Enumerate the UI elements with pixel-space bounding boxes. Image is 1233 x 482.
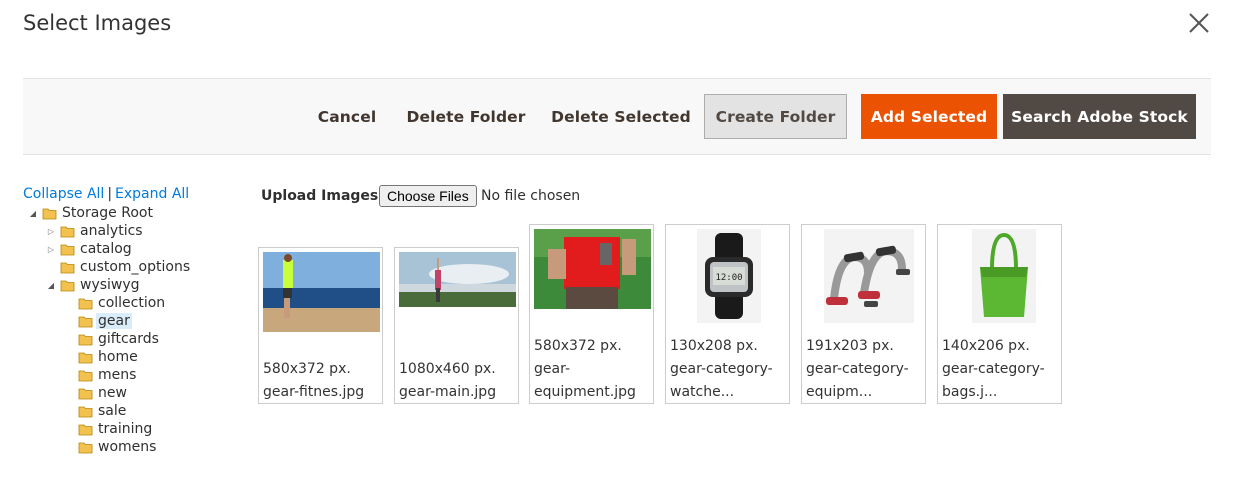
tree-controls-separator: |: [107, 186, 113, 202]
folder-icon: [60, 262, 75, 274]
folder-icon: [60, 280, 75, 292]
image-thumbnail: [399, 252, 516, 307]
image-tile[interactable]: 1080x460 px. gear-main.jpg: [394, 247, 519, 404]
tree-node-wysiwyg[interactable]: ◢ wysiwyg: [46, 276, 142, 294]
tree-node-mens[interactable]: mens: [64, 366, 138, 384]
image-thumbnail: [534, 229, 651, 309]
expanded-arrow-icon[interactable]: ◢: [28, 209, 38, 218]
tree-node-label: gear: [96, 313, 132, 329]
tree-node-label: analytics: [80, 223, 143, 239]
image-filename: gear-category-: [670, 361, 773, 377]
image-tile[interactable]: 580x372 px. gear-fitnes.jpg: [258, 247, 383, 404]
folder-icon: [78, 334, 93, 346]
delete-folder-button[interactable]: Delete Folder: [401, 94, 531, 139]
image-filename-continued: bags.j...: [942, 384, 998, 400]
tree-node-home[interactable]: home: [64, 348, 140, 366]
image-filename: gear-category-: [806, 361, 909, 377]
modal-title: Select Images: [23, 11, 172, 35]
tree-node-custom-options[interactable]: custom_options: [46, 258, 192, 276]
tree-node-label: new: [98, 385, 127, 401]
svg-text:12:00: 12:00: [715, 273, 742, 283]
tree-node-label: custom_options: [80, 259, 191, 275]
folder-icon: [78, 370, 93, 382]
image-thumbnail: 12:00: [697, 229, 761, 323]
tree-node-label: wysiwyg: [80, 277, 140, 293]
tree-node-label: mens: [98, 367, 137, 383]
image-tile[interactable]: 140x206 px. gear-category- bags.j...: [937, 224, 1062, 404]
tree-node-womens[interactable]: womens: [64, 438, 158, 456]
tree-node-catalog[interactable]: ▷ catalog: [46, 240, 134, 258]
tree-controls: Collapse All | Expand All: [23, 186, 189, 202]
collapsed-arrow-icon[interactable]: ▷: [46, 227, 56, 236]
create-folder-button[interactable]: Create Folder: [704, 94, 847, 139]
tree-node-new[interactable]: new: [64, 384, 129, 402]
folder-icon: [78, 406, 93, 418]
image-thumbnail: [263, 252, 380, 332]
image-dimensions: 580x372 px.: [534, 338, 622, 354]
folder-icon: [78, 388, 93, 400]
expanded-arrow-icon[interactable]: ◢: [46, 281, 56, 290]
folder-icon: [78, 316, 93, 328]
folder-icon: [78, 442, 93, 454]
tree-node-giftcards[interactable]: giftcards: [64, 330, 161, 348]
tree-node-label: collection: [98, 295, 166, 311]
tree-node-label: giftcards: [98, 331, 159, 347]
image-filename: gear-category-: [942, 361, 1045, 377]
choose-files-button[interactable]: Choose Files: [379, 185, 477, 207]
image-dimensions: 140x206 px.: [942, 338, 1030, 354]
no-file-chosen-text: No file chosen: [481, 188, 581, 204]
image-thumbnail: [972, 229, 1036, 323]
folder-icon: [78, 298, 93, 310]
collapsed-arrow-icon[interactable]: ▷: [46, 245, 56, 254]
tree-node-sale[interactable]: sale: [64, 402, 128, 420]
image-tile[interactable]: 580x372 px. gear- equipment.jpg: [529, 224, 654, 404]
add-selected-button[interactable]: Add Selected: [861, 94, 997, 139]
folder-icon: [78, 424, 93, 436]
image-dimensions: 130x208 px.: [670, 338, 758, 354]
image-filename-continued: equipm...: [806, 384, 873, 400]
folder-icon: [78, 352, 93, 364]
image-dimensions: 191x203 px.: [806, 338, 894, 354]
tree-node-label: training: [98, 421, 153, 437]
tree-node-training[interactable]: training: [64, 420, 154, 438]
image-filename-continued: equipment.jpg: [534, 384, 636, 400]
folder-icon: [42, 208, 57, 220]
expand-all-link[interactable]: Expand All: [115, 186, 189, 202]
tree-node-storage-root[interactable]: ◢ Storage Root: [28, 204, 155, 222]
tree-node-label: Storage Root: [62, 205, 153, 221]
tree-node-label: catalog: [80, 241, 132, 257]
image-filename: gear-main.jpg: [399, 384, 497, 400]
tree-node-label: sale: [98, 403, 127, 419]
tree-node-analytics[interactable]: ▷ analytics: [46, 222, 145, 240]
upload-images-label: Upload Images: [261, 188, 379, 204]
search-adobe-stock-button[interactable]: Search Adobe Stock: [1003, 94, 1196, 139]
collapse-all-link[interactable]: Collapse All: [23, 186, 104, 202]
folder-icon: [60, 226, 75, 238]
folder-icon: [60, 244, 75, 256]
tree-node-collection[interactable]: collection: [64, 294, 167, 312]
image-dimensions: 1080x460 px.: [399, 361, 496, 377]
image-filename-continued: watche...: [670, 384, 735, 400]
delete-selected-button[interactable]: Delete Selected: [547, 94, 695, 139]
close-icon: [1189, 13, 1209, 33]
image-filename: gear-: [534, 361, 570, 377]
image-filename: gear-fitnes.jpg: [263, 384, 365, 400]
image-dimensions: 580x372 px.: [263, 361, 351, 377]
cancel-button[interactable]: Cancel: [304, 94, 390, 139]
image-tile[interactable]: 12:00 130x208 px. gear-category- watche.…: [665, 224, 790, 404]
tree-node-label: womens: [98, 439, 157, 455]
close-button[interactable]: [1185, 9, 1213, 37]
image-thumbnail: [824, 229, 914, 323]
tree-node-gear[interactable]: gear: [64, 312, 132, 330]
tree-node-label: home: [98, 349, 138, 365]
action-toolbar: Cancel Delete Folder Delete Selected Cre…: [23, 78, 1211, 155]
image-tile[interactable]: 191x203 px. gear-category- equipm...: [801, 224, 926, 404]
